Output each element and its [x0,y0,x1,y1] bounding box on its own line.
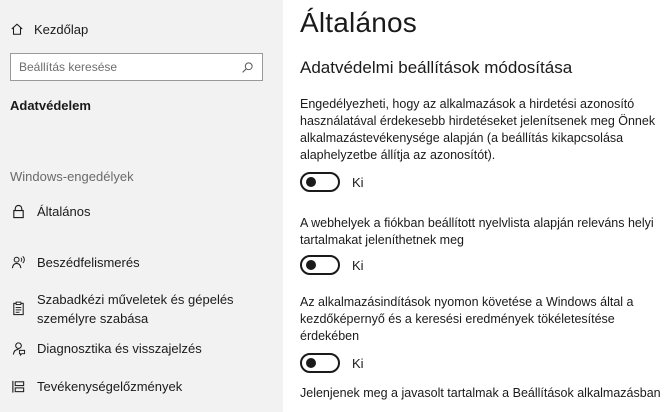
category-heading: Adatvédelem [10,98,91,113]
lock-icon [8,204,28,219]
description-line: használatával érdekesebb hirdetéseket je… [300,114,656,128]
toggle-state-label: Ki [352,174,364,190]
sidebar-item-label: Beszédfelismerés [37,255,140,270]
toggle-switch[interactable] [300,172,340,192]
sidebar-item-label: Általános [37,204,91,219]
sidebar-item-label: Tevékenységelőzmények [37,379,183,394]
section-label: Windows-engedélyek [10,169,134,184]
search-icon[interactable] [240,60,254,74]
description-line: kezdőképernyő és a keresési eredmények t… [300,312,615,326]
setting-app-launch-tracking-description: Az alkalmazásindítások nyomon követése a… [300,294,672,345]
setting-suggested-content-description: Jelenjenek meg a javasolt tartalmak a Be… [300,385,672,402]
app-launch-tracking-toggle[interactable]: Ki [300,353,364,373]
toggle-knob [306,260,316,270]
description-line: Az alkalmazásindítások nyomon követése a… [300,295,634,309]
description-line: Jelenjenek meg a javasolt tartalmak a Be… [300,386,661,400]
toggle-state-label: Ki [352,257,364,273]
sidebar-item-diagnosztika[interactable]: Diagnosztika és visszajelzés [0,340,283,357]
toggle-state-label: Ki [352,355,364,371]
search-input[interactable] [19,60,240,74]
page-title: Általános [300,7,417,38]
language-list-toggle[interactable]: Ki [300,255,364,275]
toggle-switch[interactable] [300,255,340,275]
section-subtitle: Adatvédelmi beállítások módosítása [300,58,573,77]
description-line: tartalmakat jeleníthetnek meg [300,233,464,247]
description-line: alkalmazástevékenysége alapján (a beállí… [300,131,624,145]
speech-icon [8,255,28,270]
settings-search-box[interactable] [10,53,263,81]
advertising-id-toggle[interactable]: Ki [300,172,364,192]
description-line: alaphelyzetbe állítja az azonosítót). [300,148,496,162]
home-icon [11,23,23,35]
sidebar-item-tevekenysegelozmenyek[interactable]: Tevékenységelőzmények [0,378,283,395]
toggle-knob [306,358,316,368]
sidebar: Kezdőlap Adatvédelem Windows-engedélyek … [0,0,283,412]
home-link[interactable]: Kezdőlap [10,19,88,39]
description-line: érdekében [300,329,360,343]
toggle-knob [306,177,316,187]
sidebar-item-label-line1: Szabadkézi műveletek és gépelés [37,292,234,307]
timeline-icon [8,379,28,394]
sidebar-item-altalanos[interactable]: Általános [0,203,283,220]
setting-advertising-id-description: Engedélyezheti, hogy az alkalmazások a h… [300,96,672,164]
feedback-icon [8,341,28,356]
sidebar-item-beszedfelismeres[interactable]: Beszédfelismerés [0,254,283,271]
sidebar-item-label: Diagnosztika és visszajelzés [37,341,202,356]
description-line: A webhelyek a fiókban beállított nyelvli… [300,216,654,230]
home-label: Kezdőlap [34,21,89,37]
sidebar-item-szabadkezi[interactable]: Szabadkézi műveletek és gépelés személyr… [0,291,283,327]
description-line: Engedélyezheti, hogy az alkalmazások a h… [300,97,635,111]
main-content: Általános Adatvédelmi beállítások módosí… [283,0,672,412]
setting-language-list-description: A webhelyek a fiókban beállított nyelvli… [300,215,672,249]
toggle-switch[interactable] [300,353,340,373]
clipboard-icon [8,301,28,316]
sidebar-item-label-line2: személyre szabása [37,311,149,326]
